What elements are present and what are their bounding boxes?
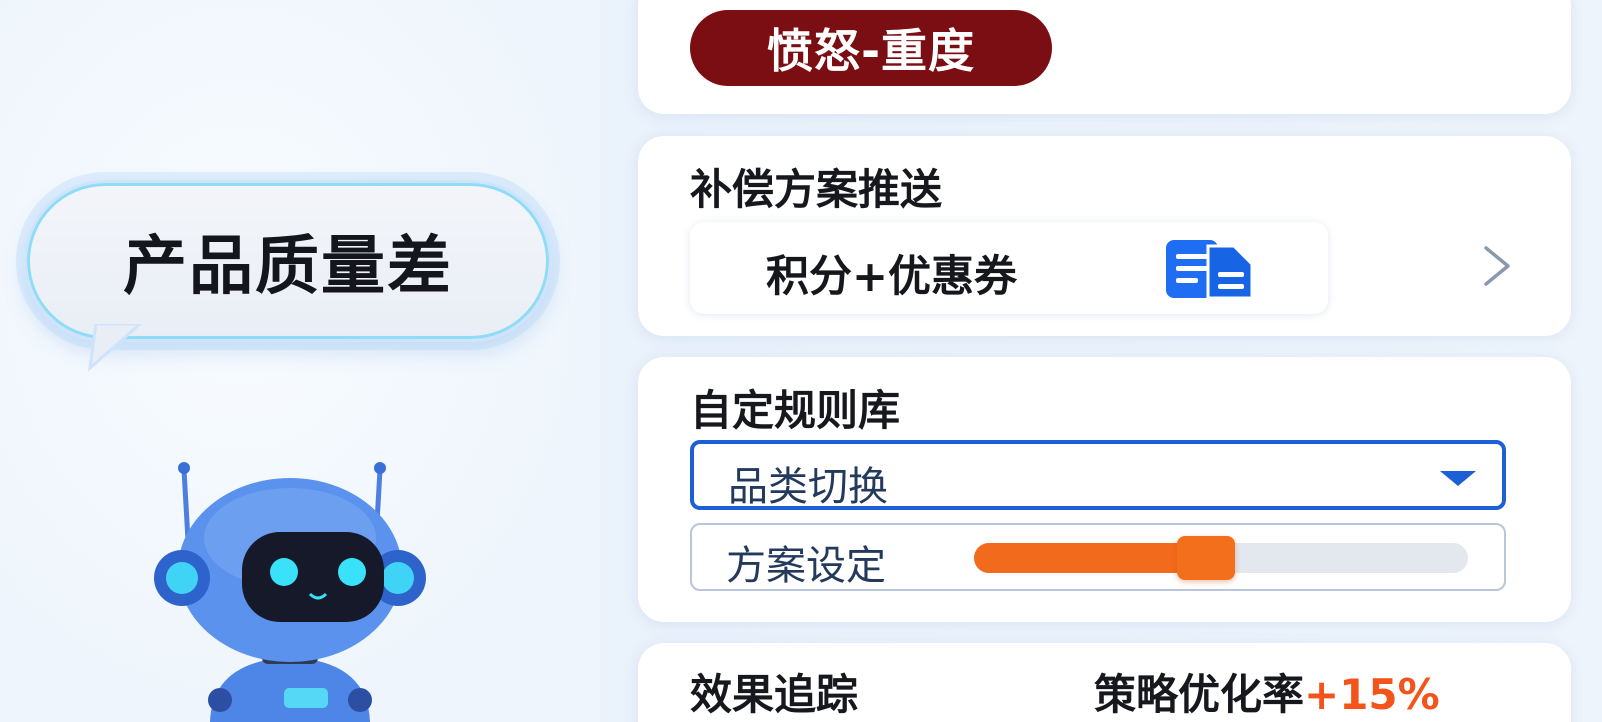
rules-card: 自定规则库 品类切换 方案设定	[638, 357, 1571, 622]
optimization-stat-value: +15%	[1304, 670, 1440, 719]
emotion-card: 愤怒-重度	[638, 0, 1571, 114]
plan-setting-label: 方案设定	[726, 543, 886, 589]
chevron-down-icon[interactable]	[1438, 468, 1478, 488]
category-select[interactable]: 品类切换	[690, 440, 1506, 510]
compensation-card: 补偿方案推送 积分+优惠券	[638, 136, 1571, 336]
plan-setting-row: 方案设定	[690, 523, 1506, 591]
speech-bubble-tail	[88, 324, 143, 372]
emotion-badge: 愤怒-重度	[690, 10, 1052, 86]
compensation-option[interactable]: 积分+优惠券	[690, 222, 1328, 314]
plan-setting-slider[interactable]	[974, 536, 1468, 580]
left-pane: 产品质量差	[0, 0, 600, 722]
rules-title: 自定规则库	[690, 386, 901, 435]
robot-assistant-icon	[154, 462, 426, 722]
compensation-title: 补偿方案推送	[690, 165, 943, 214]
tracking-card: 效果追踪 策略优化率+15%	[638, 643, 1571, 722]
slider-thumb[interactable]	[1177, 536, 1236, 580]
bubble-text: 产品质量差	[123, 230, 453, 304]
compensation-option-label: 积分+优惠券	[766, 252, 1018, 302]
speech-bubble: 产品质量差	[24, 180, 552, 342]
category-select-value: 品类切换	[728, 464, 888, 510]
slider-fill	[974, 543, 1207, 573]
optimization-stat: 策略优化率+15%	[1094, 661, 1440, 722]
tracking-title: 效果追踪	[690, 670, 859, 719]
chevron-right-icon[interactable]	[1478, 244, 1514, 288]
optimization-stat-label: 策略优化率	[1094, 670, 1305, 719]
document-list-icon	[1166, 240, 1254, 300]
